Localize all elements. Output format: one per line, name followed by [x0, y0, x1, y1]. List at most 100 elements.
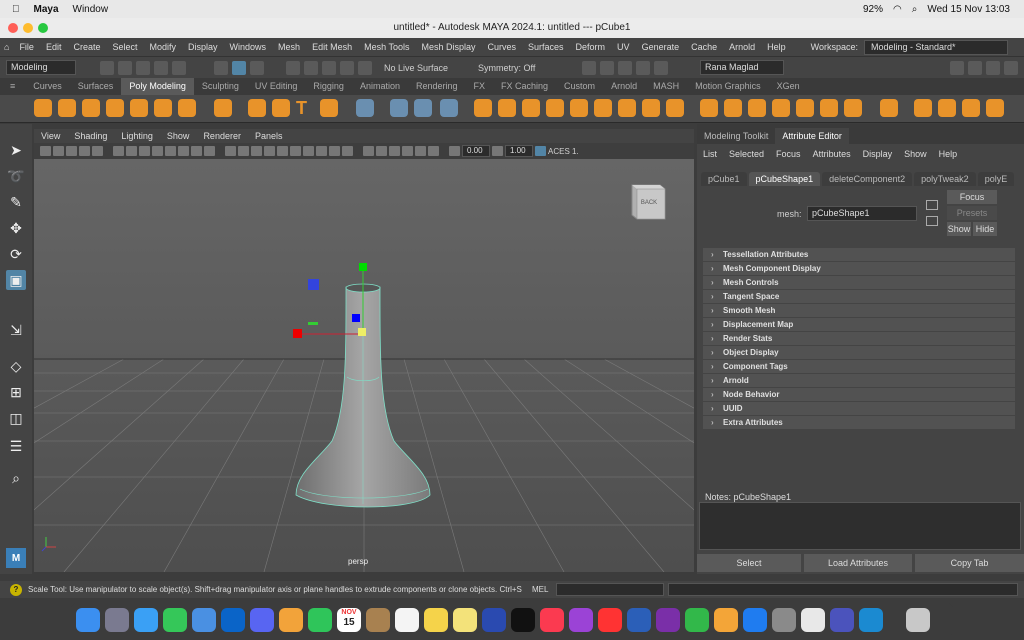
textured-icon[interactable] — [264, 146, 275, 156]
mesh-name-field[interactable]: pCubeShape1 — [807, 206, 917, 221]
safe-title-icon[interactable] — [204, 146, 215, 156]
ae-menu-selected[interactable]: Selected — [723, 149, 770, 159]
menu-generate[interactable]: Generate — [636, 42, 686, 52]
system-settings-icon[interactable] — [772, 608, 796, 632]
edge-loop-icon[interactable] — [796, 99, 814, 117]
select-component-icon[interactable] — [250, 60, 264, 75]
collapse-icon[interactable] — [666, 99, 684, 117]
quad-draw-icon[interactable] — [772, 99, 790, 117]
grid-toggle-icon[interactable] — [126, 146, 137, 156]
contacts-icon[interactable] — [366, 608, 390, 632]
single-view-icon[interactable]: ◇ — [6, 356, 26, 376]
section-displacement-map[interactable]: Displacement Map — [703, 318, 1015, 331]
symmetry-dropdown[interactable]: Symmetry: Off — [478, 63, 558, 73]
channel-box-toggle-icon[interactable] — [1004, 60, 1018, 75]
undo-icon[interactable] — [154, 60, 168, 75]
clock[interactable]: Wed 15 Nov 13:03 — [927, 4, 1010, 15]
gamma-icon[interactable] — [492, 146, 503, 156]
hide-button[interactable]: Hide — [973, 222, 997, 236]
apple-tv-icon[interactable] — [511, 608, 535, 632]
grease-pencil-icon[interactable] — [113, 146, 124, 156]
section-tessellation-attributes[interactable]: Tessellation Attributes — [703, 248, 1015, 261]
modeling-toolkit-icon[interactable] — [950, 60, 964, 75]
connect-icon[interactable] — [748, 99, 766, 117]
teams-icon[interactable] — [830, 608, 854, 632]
last-tool-icon[interactable]: ⇲ — [6, 320, 26, 340]
multi-cut-icon[interactable] — [700, 99, 718, 117]
resolution-gate-icon[interactable] — [152, 146, 163, 156]
zoom-window-button[interactable] — [38, 23, 48, 33]
shelf-tab-fx-caching[interactable]: FX Caching — [493, 78, 556, 95]
vp-menu-shading[interactable]: Shading — [67, 131, 114, 141]
sculpt-tool-icon[interactable] — [914, 99, 932, 117]
menu-file[interactable]: File — [13, 42, 40, 52]
outliner-toggle-icon[interactable] — [968, 60, 982, 75]
poly-sphere-icon[interactable] — [34, 99, 52, 117]
render-frame-icon[interactable] — [582, 60, 596, 75]
wireframe-on-shaded-icon[interactable] — [428, 146, 439, 156]
finder-icon[interactable] — [76, 608, 100, 632]
camera-select-icon[interactable] — [40, 146, 51, 156]
app-menu[interactable]: Maya — [34, 4, 59, 15]
shelf-tab-custom[interactable]: Custom — [556, 78, 603, 95]
scale-tool-icon[interactable]: ▣ — [6, 270, 26, 290]
onenote-icon[interactable] — [656, 608, 680, 632]
ipr-render-icon[interactable] — [600, 60, 614, 75]
shelf-tab-surfaces[interactable]: Surfaces — [70, 78, 122, 95]
podcasts-icon[interactable] — [569, 608, 593, 632]
poly-disc-icon[interactable] — [178, 99, 196, 117]
vp-menu-renderer[interactable]: Renderer — [196, 131, 248, 141]
xray-components-icon[interactable] — [402, 146, 413, 156]
snap-view-icon[interactable] — [340, 60, 354, 75]
smooth-icon[interactable] — [414, 99, 432, 117]
node-tab-deletecomponent2[interactable]: deleteComponent2 — [822, 172, 913, 186]
mel-label[interactable]: MEL — [532, 585, 548, 594]
ae-menu-help[interactable]: Help — [933, 149, 964, 159]
launchpad-icon[interactable] — [105, 608, 129, 632]
stickies-icon[interactable] — [453, 608, 477, 632]
section-extra-attributes[interactable]: Extra Attributes — [703, 416, 1015, 429]
news-icon[interactable] — [598, 608, 622, 632]
poly-torus-icon[interactable] — [130, 99, 148, 117]
safe-action-icon[interactable] — [191, 146, 202, 156]
boolean-icon[interactable] — [498, 99, 516, 117]
section-uuid[interactable]: UUID — [703, 402, 1015, 415]
node-tab-pcube1[interactable]: pCube1 — [701, 172, 747, 186]
menu-modify[interactable]: Modify — [144, 42, 183, 52]
open-scene-icon[interactable] — [118, 60, 132, 75]
node-tab-polye[interactable]: polyE — [977, 172, 1015, 186]
menu-help[interactable]: Help — [761, 42, 792, 52]
select-button[interactable]: Select — [697, 554, 801, 572]
paste-node-icon[interactable] — [926, 216, 938, 226]
vp-menu-show[interactable]: Show — [160, 131, 197, 141]
menu-edit[interactable]: Edit — [40, 42, 68, 52]
gate-mask-icon[interactable] — [165, 146, 176, 156]
mode-dropdown[interactable]: Modeling — [6, 60, 76, 75]
calendar-icon[interactable]: NOV 15 — [337, 608, 361, 632]
vp-menu-view[interactable]: View — [34, 131, 67, 141]
separate-icon[interactable] — [356, 99, 374, 117]
poly-cone-icon[interactable] — [106, 99, 124, 117]
gamma-field[interactable]: 1.00 — [505, 145, 533, 157]
xray-icon[interactable] — [376, 146, 387, 156]
view-cube-label[interactable]: BACK — [638, 200, 660, 206]
menu-uv[interactable]: UV — [611, 42, 636, 52]
shelf-tab-poly-modeling[interactable]: Poly Modeling — [121, 78, 194, 95]
presets-button[interactable]: Presets — [947, 206, 997, 220]
section-tangent-space[interactable]: Tangent Space — [703, 290, 1015, 303]
ae-menu-focus[interactable]: Focus — [770, 149, 807, 159]
snap-grid-icon[interactable] — [286, 60, 300, 75]
select-tool-icon[interactable]: ➤ — [6, 140, 26, 160]
chrome-icon[interactable] — [801, 608, 825, 632]
load-attributes-button[interactable]: Load Attributes — [804, 554, 912, 572]
use-all-lights-icon[interactable] — [277, 146, 288, 156]
live-surface-field[interactable]: No Live Surface — [384, 63, 464, 73]
menu-display[interactable]: Display — [182, 42, 224, 52]
menu-deform[interactable]: Deform — [570, 42, 612, 52]
maya-dock-icon[interactable] — [859, 608, 883, 632]
attribute-editor-toggle-icon[interactable] — [986, 60, 1000, 75]
poly-cube-icon[interactable] — [58, 99, 76, 117]
facetime-icon[interactable] — [308, 608, 332, 632]
user-account-dropdown[interactable]: Rana Maglad — [700, 60, 784, 75]
select-hierarchy-icon[interactable] — [214, 60, 228, 75]
